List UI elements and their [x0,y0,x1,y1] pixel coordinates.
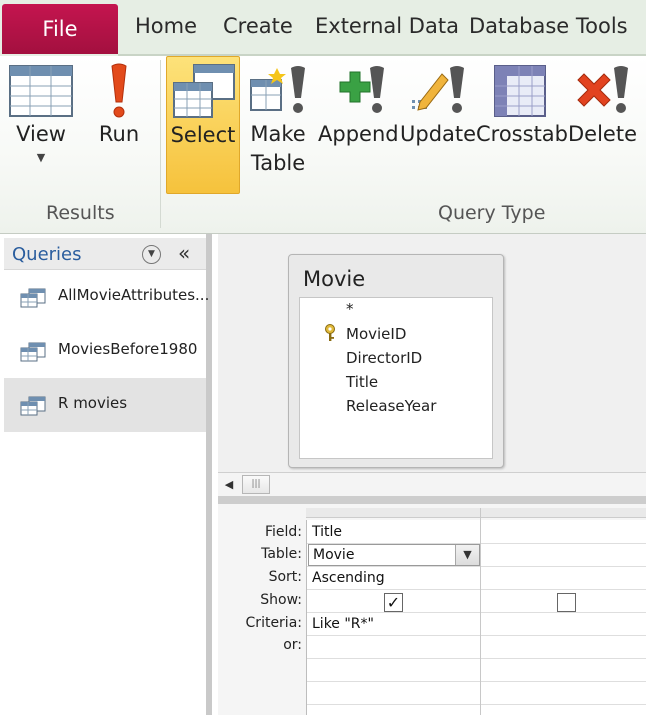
show-checkbox-1[interactable]: ✓ [384,593,403,612]
group-separator [160,60,161,228]
row-label-table: Table: [261,546,302,562]
field-list: * MovieID DirectorID Title ReleaseYear [299,297,493,459]
grid-row-line [307,658,646,659]
grid-row-line [307,635,646,636]
nav-header: Queries ▼ « [4,238,206,270]
scroll-thumb[interactable]: ||| [242,475,270,494]
nav-item-label: MoviesBefore1980 [58,340,198,358]
update-pencil-icon [412,66,464,113]
make-table-label-2: Table [250,151,306,175]
make-table-icon [250,66,305,113]
grid-row-line [307,681,646,682]
query-icon [20,342,46,362]
delete-button[interactable]: Delete [568,62,637,190]
crosstab-label: Crosstab [476,122,568,146]
view-label: View [16,122,66,146]
grid-row-line [307,704,646,705]
cell-field-1[interactable]: Title [312,524,342,540]
view-button[interactable]: View ▼ [6,62,76,190]
movie-table-box[interactable]: Movie * MovieID DirectorID Title Release… [288,254,504,468]
design-grid: Title Movie ▼ Ascending ✓ Like "R*" [306,508,646,715]
tab-database-tools[interactable]: Database Tools [469,14,628,38]
nav-item-label: R movies [58,394,128,412]
append-label: Append [318,122,399,146]
run-button[interactable]: Run [92,62,146,190]
ribbon-tab-strip: File Home Create External Data Database … [0,0,646,56]
field-movieid[interactable]: MovieID [346,325,406,343]
field-all[interactable]: * [346,300,354,318]
table-title[interactable]: Movie [303,267,365,291]
ribbon: View ▼ Run Results Select Make Table App… [0,56,646,234]
delete-label: Delete [568,122,637,146]
row-label-field: Field: [264,524,302,540]
run-exclamation-icon [111,63,127,118]
show-checkbox-2[interactable] [557,593,576,612]
crosstab-button[interactable]: Crosstab [476,62,568,190]
query-design-area: Movie * MovieID DirectorID Title Release… [218,234,646,715]
tab-home[interactable]: Home [135,14,197,38]
scroll-left-arrow-icon[interactable]: ◀ [222,477,236,493]
select-query-icon [173,64,235,118]
grid-column-line [480,508,481,715]
field-releaseyear[interactable]: ReleaseYear [346,397,436,415]
row-label-or: or: [283,637,302,653]
row-label-criteria: Criteria: [245,615,302,631]
column-selector-bar[interactable] [306,508,646,518]
nav-collapse-icon[interactable]: « [178,241,190,265]
update-label: Update [400,122,477,146]
datasheet-view-icon [9,65,73,117]
crosstab-icon [494,65,546,117]
append-button[interactable]: Append [318,62,399,190]
horizontal-scrollbar[interactable]: ◀ ||| [218,472,646,496]
grid-row-line [307,589,646,590]
query-grid-pane: Field: Table: Sort: Show: Criteria: or: … [218,504,646,715]
nav-item-allmovieattributes[interactable]: AllMovieAttributes... [4,270,210,324]
table-pane: Movie * MovieID DirectorID Title Release… [218,234,646,472]
table-combobox[interactable]: Movie ▼ [308,544,480,566]
cell-criteria-1[interactable]: Like "R*" [312,616,374,632]
nav-item-r-movies[interactable]: R movies [4,378,206,432]
query-icon [20,288,46,308]
append-plus-icon [339,66,384,113]
nav-title[interactable]: Queries [12,244,82,265]
run-label: Run [98,122,140,146]
field-title[interactable]: Title [346,373,378,391]
grid-row-line [307,566,646,567]
pane-splitter[interactable] [218,496,646,504]
primary-key-icon [325,324,335,341]
row-label-show: Show: [260,592,302,608]
file-tab[interactable]: File [2,4,118,54]
tab-external-data[interactable]: External Data [315,14,459,38]
row-label-sort: Sort: [268,569,302,585]
results-group-label: Results [46,202,115,224]
cell-table-1: Movie [313,547,355,563]
chevron-down-icon[interactable]: ▼ [455,545,479,565]
select-label: Select [170,123,236,147]
nav-item-moviesbefore1980[interactable]: MoviesBefore1980 [4,324,206,378]
field-directorid[interactable]: DirectorID [346,349,422,367]
query-type-group-label: Query Type [438,202,546,224]
make-table-button[interactable]: Make Table [246,62,310,190]
make-table-label-1: Make [250,122,306,146]
update-button[interactable]: Update [400,62,477,190]
select-query-button[interactable]: Select [166,56,240,194]
query-icon [20,396,46,416]
delete-x-icon [577,66,628,113]
tab-create[interactable]: Create [223,14,293,38]
grid-row-line [307,612,646,613]
nav-item-label: AllMovieAttributes... [58,286,210,304]
cell-sort-1[interactable]: Ascending [312,570,385,586]
nav-dropdown-icon[interactable]: ▼ [142,245,161,264]
navigation-pane: Queries ▼ « AllMovieAttributes... Movies… [0,234,212,715]
chevron-down-icon[interactable]: ▼ [6,149,76,167]
